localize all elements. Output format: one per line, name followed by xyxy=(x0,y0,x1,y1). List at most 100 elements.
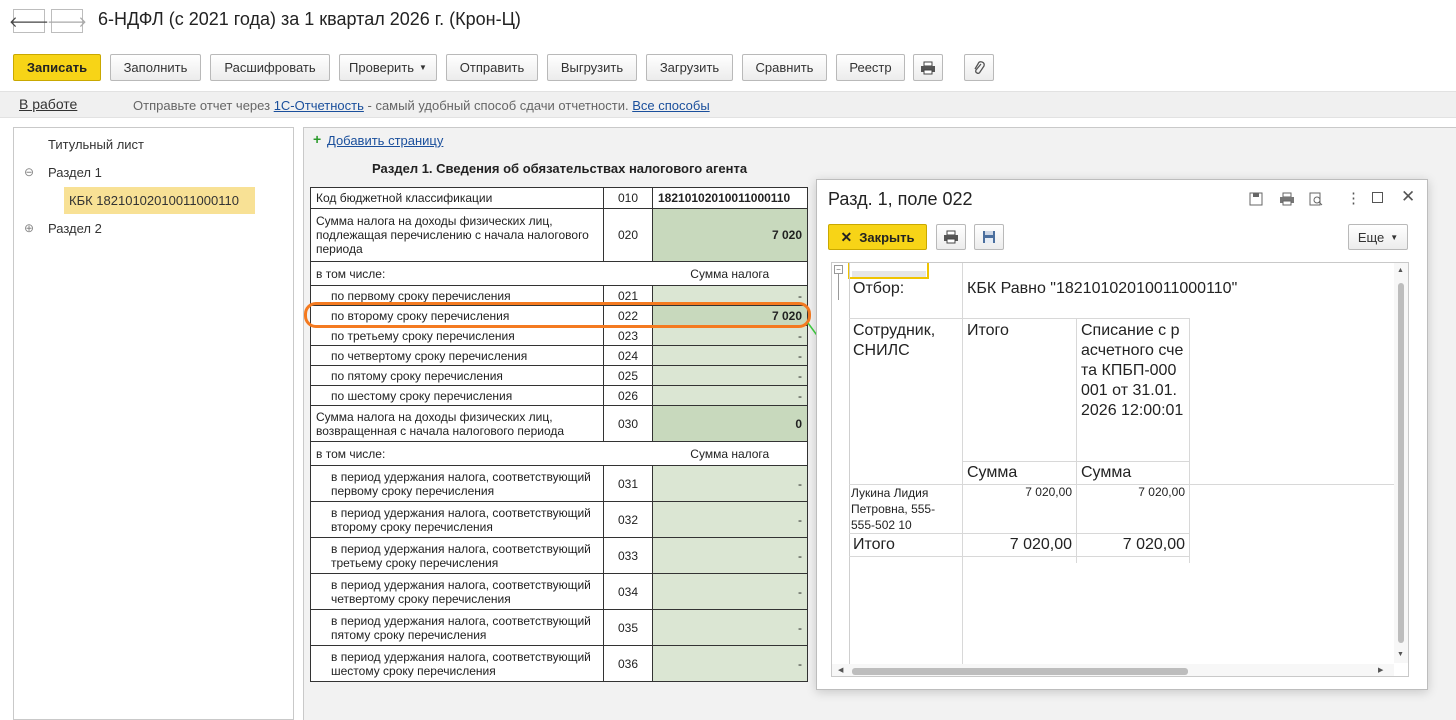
row-label: по шестому сроку перечисления xyxy=(310,385,604,406)
total-label: Итого xyxy=(853,536,895,553)
section-tree: Титульный лист ⊖ Раздел 1 КБК 1821010201… xyxy=(13,127,294,720)
print-button[interactable] xyxy=(913,54,943,81)
group-collapse-icon[interactable]: − xyxy=(834,265,843,274)
scroll-up-icon[interactable]: ▲ xyxy=(1397,267,1404,274)
row-label: в период удержания налога, соответствующ… xyxy=(310,609,604,646)
expand-icon[interactable]: ⊕ xyxy=(24,221,34,235)
row-label: в период удержания налога, соответствующ… xyxy=(310,537,604,574)
field-033[interactable]: - xyxy=(652,537,808,574)
horizontal-scrollbar[interactable]: ◀ ▶ xyxy=(832,664,1394,676)
tree-item-section-1[interactable]: Раздел 1 xyxy=(48,165,102,180)
horizontal-scroll-thumb[interactable] xyxy=(852,668,1188,675)
row-code: 030 xyxy=(603,405,653,442)
row-022-highlight xyxy=(304,302,811,328)
printer-icon xyxy=(944,230,958,244)
collapse-icon[interactable]: ⊖ xyxy=(24,165,34,179)
printer-icon[interactable] xyxy=(1279,192,1295,209)
row-label: Сумма налога на доходы физических лиц, в… xyxy=(310,405,604,442)
more-label: Еще xyxy=(1357,229,1385,245)
status-bar: В работе Отправьте отчет через 1С-Отчетн… xyxy=(0,91,1456,118)
field-026[interactable]: - xyxy=(652,385,808,406)
add-page-link[interactable]: Добавить страницу xyxy=(327,133,443,148)
row-label: в период удержания налога, соответствующ… xyxy=(310,465,604,502)
status-link-1c[interactable]: 1С-Отчетность xyxy=(274,98,364,113)
field-023[interactable]: - xyxy=(652,325,808,346)
column-header-total: Итого xyxy=(967,322,1009,339)
total-value-payment: 7 020,00 xyxy=(1122,536,1185,553)
paperclip-icon xyxy=(974,60,985,74)
more-vertical-icon[interactable]: ⋮ xyxy=(1346,189,1361,207)
status-link-all[interactable]: Все способы xyxy=(632,98,709,113)
import-button[interactable]: Загрузить xyxy=(646,54,733,81)
row-code: 023 xyxy=(603,325,653,346)
registry-button[interactable]: Реестр xyxy=(836,54,905,81)
dialog-save-button[interactable] xyxy=(974,224,1004,250)
row-code: 026 xyxy=(603,385,653,406)
fill-button[interactable]: Заполнить xyxy=(110,54,201,81)
column-header: Сумма налога xyxy=(652,441,808,466)
send-button[interactable]: Отправить xyxy=(446,54,538,81)
row-label: в период удержания налога, соответствующ… xyxy=(310,501,604,538)
section-title: Раздел 1. Сведения об обязательствах нал… xyxy=(372,161,748,176)
dialog-print-button[interactable] xyxy=(936,224,966,250)
tree-item-kbk[interactable]: КБК 18210102010011000110 xyxy=(64,187,255,214)
column-header: Сумма налога xyxy=(652,261,808,286)
row-code: 033 xyxy=(603,537,653,574)
tree-item-title-page[interactable]: Титульный лист xyxy=(48,137,144,152)
employee-total-cell[interactable]: 7 020,00 xyxy=(967,485,1072,499)
field-030[interactable]: 0 xyxy=(652,405,808,442)
chevron-down-icon: ▼ xyxy=(419,63,427,72)
column-header-employee: Сотрудник, СНИЛС xyxy=(853,322,936,359)
field-035[interactable]: - xyxy=(652,609,808,646)
compare-button[interactable]: Сравнить xyxy=(742,54,827,81)
subheader-sum: Сумма xyxy=(967,464,1018,481)
row-label: по четвертому сроку перечисления xyxy=(310,345,604,366)
field-025[interactable]: - xyxy=(652,365,808,386)
close-button[interactable]: ✕ Закрыть xyxy=(828,224,927,250)
filter-label: Отбор: xyxy=(853,280,905,297)
close-button-label: Закрыть xyxy=(859,229,915,245)
scroll-left-icon[interactable]: ◀ xyxy=(838,666,843,674)
back-button[interactable]: 🡐 xyxy=(9,9,49,33)
total-value: 7 020,00 xyxy=(1009,536,1072,553)
row-label: по пятому сроку перечисления xyxy=(310,365,604,386)
row-label: в том числе: xyxy=(310,261,653,286)
field-024[interactable]: - xyxy=(652,345,808,366)
check-label: Проверить xyxy=(349,60,415,75)
status-text: Отправьте отчет через xyxy=(133,98,271,113)
section-1-table: Код бюджетной классификации 010 18210102… xyxy=(310,187,808,682)
field-036[interactable]: - xyxy=(652,645,808,682)
field-034[interactable]: - xyxy=(652,573,808,610)
status-state-link[interactable]: В работе xyxy=(19,96,77,112)
save-button[interactable]: Записать xyxy=(13,54,101,81)
close-icon[interactable]: ✕ xyxy=(1401,187,1415,207)
field-032[interactable]: - xyxy=(652,501,808,538)
tree-item-section-2[interactable]: Раздел 2 xyxy=(48,221,102,236)
more-button[interactable]: Еще ▼ xyxy=(1348,224,1408,250)
status-text-middle: - самый удобный способ сдачи отчетности. xyxy=(367,98,629,113)
field-020[interactable]: 7 020 xyxy=(652,208,808,262)
maximize-icon[interactable] xyxy=(1372,192,1383,203)
preview-icon[interactable] xyxy=(1309,192,1323,209)
scroll-right-icon[interactable]: ▶ xyxy=(1378,666,1383,674)
row-label: Код бюджетной классификации xyxy=(310,187,604,209)
vertical-scroll-thumb[interactable] xyxy=(1398,283,1404,643)
decode-button[interactable]: Расшифровать xyxy=(210,54,330,81)
field-031[interactable]: - xyxy=(652,465,808,502)
employee-cell[interactable]: Лукина Лидия Петровна, 555-555-502 10 xyxy=(851,485,959,533)
filter-value: КБК Равно "18210102010011000110" xyxy=(967,280,1238,297)
vertical-scrollbar[interactable]: ▲ ▼ xyxy=(1394,263,1408,663)
forward-button[interactable]: 🡒 xyxy=(47,9,87,33)
row-code: 031 xyxy=(603,465,653,502)
check-button[interactable]: Проверить ▼ xyxy=(339,54,437,81)
attach-button[interactable] xyxy=(964,54,994,81)
row-label: в период удержания налога, соответствующ… xyxy=(310,645,604,682)
kbk-value: 18210102010011000110 xyxy=(652,187,808,209)
row-label: в период удержания налога, соответствующ… xyxy=(310,573,604,610)
save-icon[interactable] xyxy=(1249,192,1263,209)
row-code: 025 xyxy=(603,365,653,386)
export-button[interactable]: Выгрузить xyxy=(547,54,637,81)
employee-payment-cell[interactable]: 7 020,00 xyxy=(1081,485,1185,499)
chevron-down-icon: ▼ xyxy=(1390,232,1399,242)
scroll-down-icon[interactable]: ▼ xyxy=(1397,651,1404,658)
